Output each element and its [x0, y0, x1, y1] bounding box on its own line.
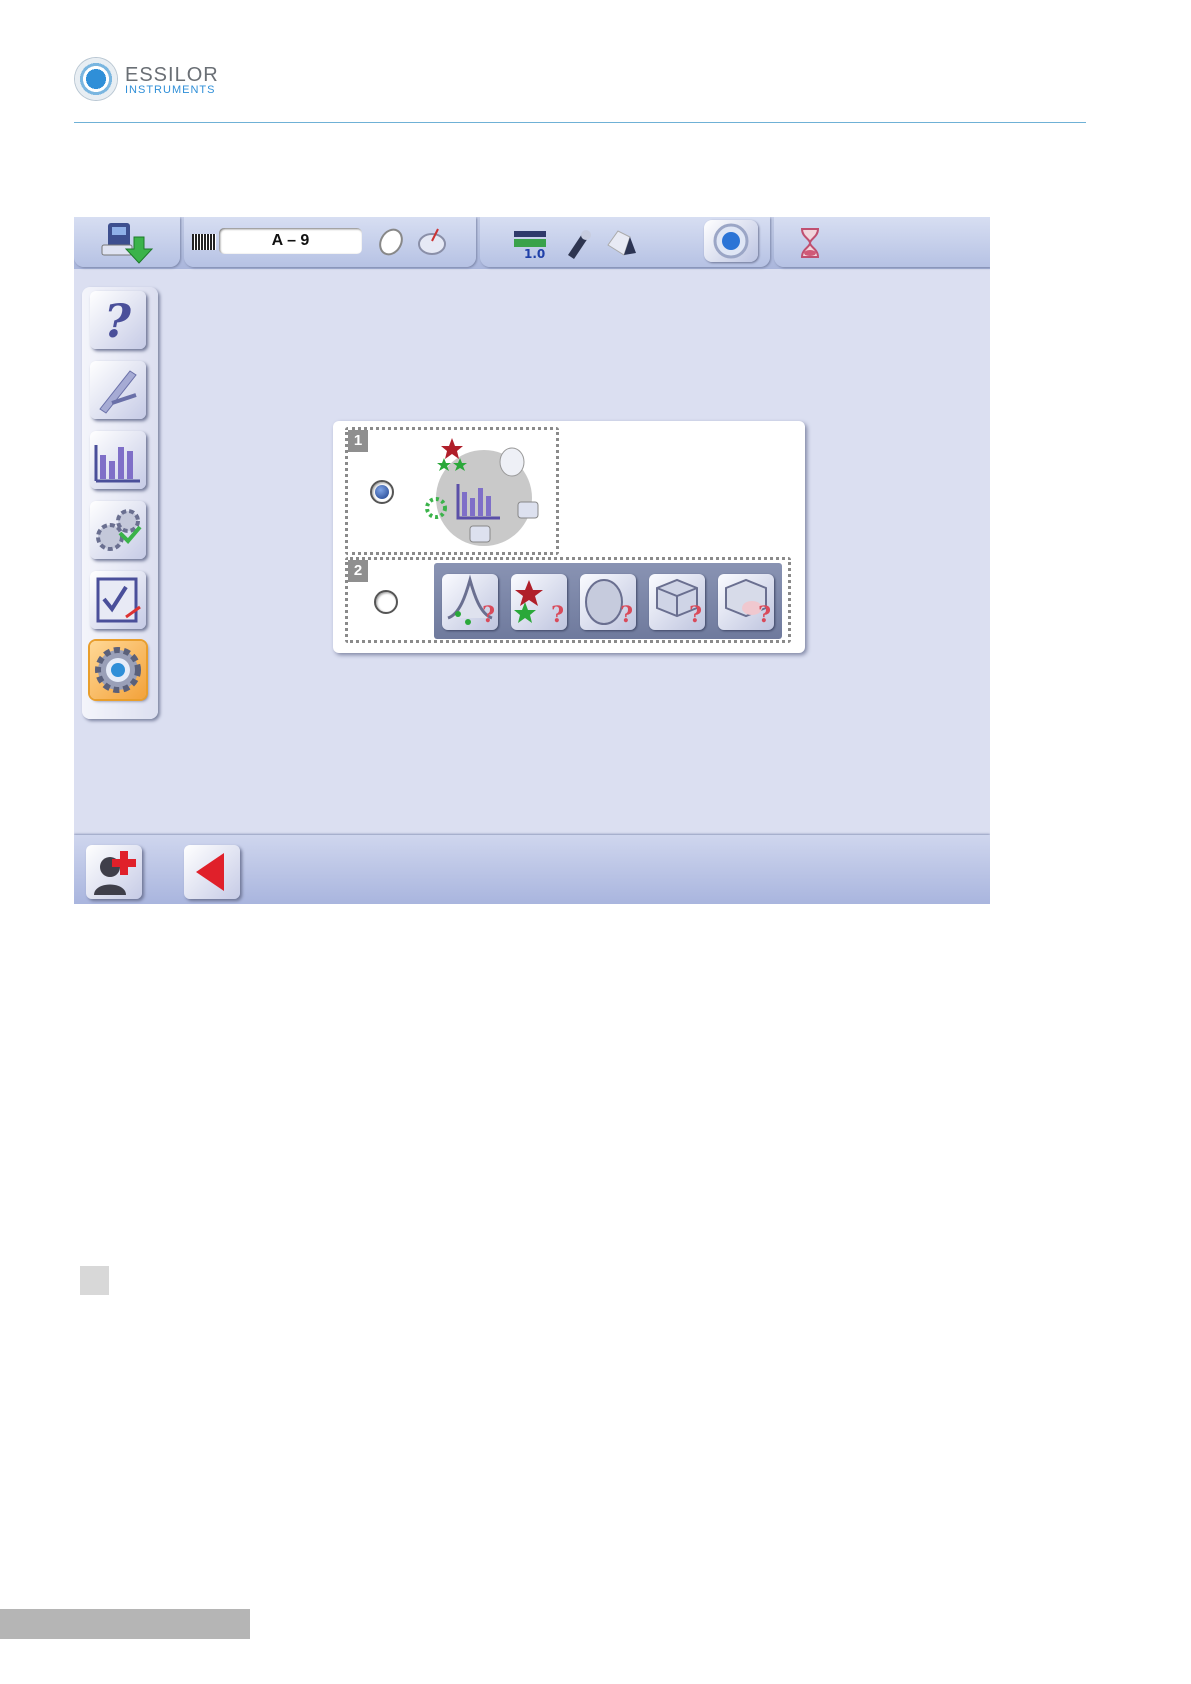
header-divider	[74, 122, 1086, 123]
question-mark-icon: ?	[689, 602, 702, 628]
tracer-icon[interactable]	[704, 220, 758, 262]
essilor-logo-icon	[75, 58, 117, 100]
back-arrow-icon	[196, 853, 224, 891]
bottom-toolbar	[74, 835, 990, 904]
lens-bevel-icon[interactable]	[604, 225, 640, 261]
level-icon[interactable]: 1.0	[512, 229, 550, 261]
settings-gears-button[interactable]	[90, 501, 146, 559]
checklist-button[interactable]	[90, 571, 146, 629]
section-marker	[80, 1266, 109, 1295]
footer-bar	[0, 1609, 250, 1639]
brand-sub: INSTRUMENTS	[125, 84, 216, 96]
statistics-icon	[94, 445, 140, 483]
block-query-button[interactable]: ?	[718, 574, 774, 630]
job-number-field[interactable]: A – 9	[219, 228, 362, 254]
shape-query-button[interactable]: ?	[580, 574, 636, 630]
help-icon: ?	[104, 294, 132, 348]
help-button[interactable]: ?	[90, 291, 146, 349]
option-2-radio[interactable]	[374, 590, 398, 614]
checklist-icon	[96, 577, 141, 623]
svg-text:?: ?	[104, 294, 132, 348]
question-mark-icon: ?	[758, 602, 771, 628]
question-mark-icon: ?	[482, 602, 495, 628]
statistics-button[interactable]	[90, 431, 146, 489]
option-2-panel[interactable]: 2 ? ? ? ? ?	[345, 557, 791, 643]
calipers-icon	[99, 370, 137, 414]
level-readout: 1.0	[524, 247, 546, 261]
data-download-icon[interactable]	[100, 219, 154, 265]
back-button[interactable]	[184, 845, 240, 899]
tool-icon[interactable]	[562, 225, 596, 261]
calipers-button[interactable]	[90, 361, 146, 419]
edge-query-button[interactable]: ?	[649, 574, 705, 630]
essilor-logo: ESSILOR INSTRUMENTS	[75, 58, 245, 102]
manual-options-tray: ? ? ? ? ?	[434, 563, 782, 639]
bevel-query-button[interactable]: ?	[442, 574, 498, 630]
stars-query-button[interactable]: ?	[511, 574, 567, 630]
mode-selection-dialog: 1 2 ? ? ? ? ?	[333, 421, 805, 653]
settings-gears-icon	[96, 509, 142, 551]
auto-mode-icon	[425, 438, 539, 546]
device-screen: A – 9 1.0 ? 1 2 ? ? ? ? ?	[74, 217, 990, 904]
option-2-number: 2	[348, 560, 368, 582]
question-mark-icon: ?	[551, 602, 564, 628]
barcode-icon	[192, 234, 216, 250]
lens-shape-icon[interactable]	[416, 225, 448, 257]
question-mark-icon: ?	[620, 602, 633, 628]
preferences-gear-icon	[95, 647, 141, 693]
hourglass-icon	[798, 227, 822, 259]
lens-frame-icon[interactable]	[376, 227, 406, 257]
top-toolbar: A – 9 1.0	[74, 217, 990, 269]
option-1-panel[interactable]: 1	[345, 427, 559, 555]
option-1-number: 1	[348, 430, 368, 452]
left-sidebar: ?	[82, 287, 158, 719]
service-user-button[interactable]	[86, 845, 142, 899]
preferences-gear-button[interactable]	[90, 641, 146, 699]
option-1-radio[interactable]	[370, 480, 394, 504]
service-user-icon	[94, 851, 136, 895]
